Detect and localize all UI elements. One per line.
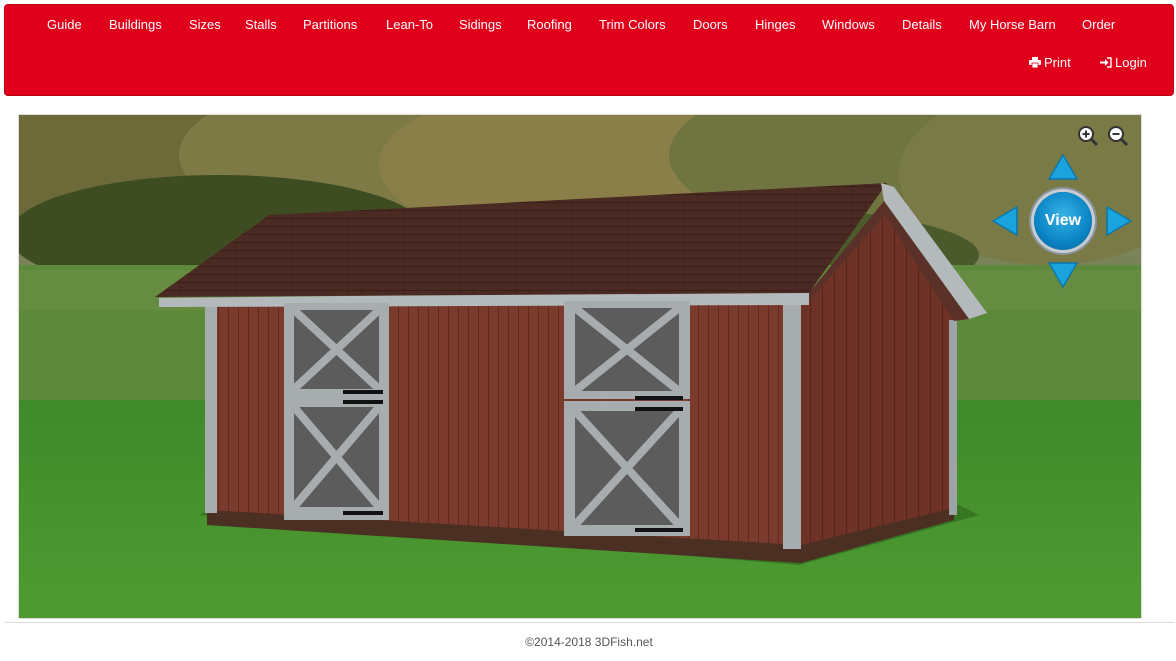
3d-viewer[interactable]: View bbox=[18, 114, 1142, 619]
footer: ©2014-2018 3DFish.net bbox=[4, 622, 1174, 656]
nav-menu: Guide Buildings Sizes Stalls Partitions … bbox=[5, 5, 1173, 45]
nav-item-partitions[interactable]: Partitions bbox=[303, 17, 357, 32]
arrow-left-icon[interactable] bbox=[991, 205, 1023, 237]
zoom-in-icon[interactable] bbox=[1077, 125, 1099, 147]
nav-item-lean-to[interactable]: Lean-To bbox=[386, 17, 433, 32]
nav-item-my-horse-barn[interactable]: My Horse Barn bbox=[969, 17, 1056, 32]
arrow-down-icon[interactable] bbox=[1047, 257, 1079, 289]
copyright-text: ©2014-2018 3DFish.net bbox=[525, 635, 653, 649]
nav-item-sidings[interactable]: Sidings bbox=[459, 17, 502, 32]
barn-3d-scene[interactable] bbox=[19, 115, 1142, 619]
print-label: Print bbox=[1044, 55, 1071, 70]
nav-item-trim-colors[interactable]: Trim Colors bbox=[599, 17, 666, 32]
nav-item-buildings[interactable]: Buildings bbox=[109, 17, 162, 32]
login-label: Login bbox=[1115, 55, 1147, 70]
top-navbar: Guide Buildings Sizes Stalls Partitions … bbox=[4, 4, 1174, 96]
zoom-out-icon[interactable] bbox=[1107, 125, 1129, 147]
arrow-up-icon[interactable] bbox=[1047, 153, 1079, 185]
nav-item-details[interactable]: Details bbox=[902, 17, 942, 32]
view-button[interactable]: View bbox=[1034, 192, 1092, 250]
printer-icon bbox=[1029, 57, 1041, 69]
login-link[interactable]: Login bbox=[1100, 55, 1147, 70]
print-link[interactable]: Print bbox=[1029, 55, 1071, 70]
nav-item-guide[interactable]: Guide bbox=[47, 17, 82, 32]
nav-item-stalls[interactable]: Stalls bbox=[245, 17, 277, 32]
arrow-right-icon[interactable] bbox=[1101, 205, 1133, 237]
sign-in-icon bbox=[1100, 57, 1112, 68]
nav-item-hinges[interactable]: Hinges bbox=[755, 17, 795, 32]
nav-item-doors[interactable]: Doors bbox=[693, 17, 728, 32]
nav-item-windows[interactable]: Windows bbox=[822, 17, 875, 32]
nav-item-roofing[interactable]: Roofing bbox=[527, 17, 572, 32]
nav-item-order[interactable]: Order bbox=[1082, 17, 1115, 32]
nav-item-sizes[interactable]: Sizes bbox=[189, 17, 221, 32]
